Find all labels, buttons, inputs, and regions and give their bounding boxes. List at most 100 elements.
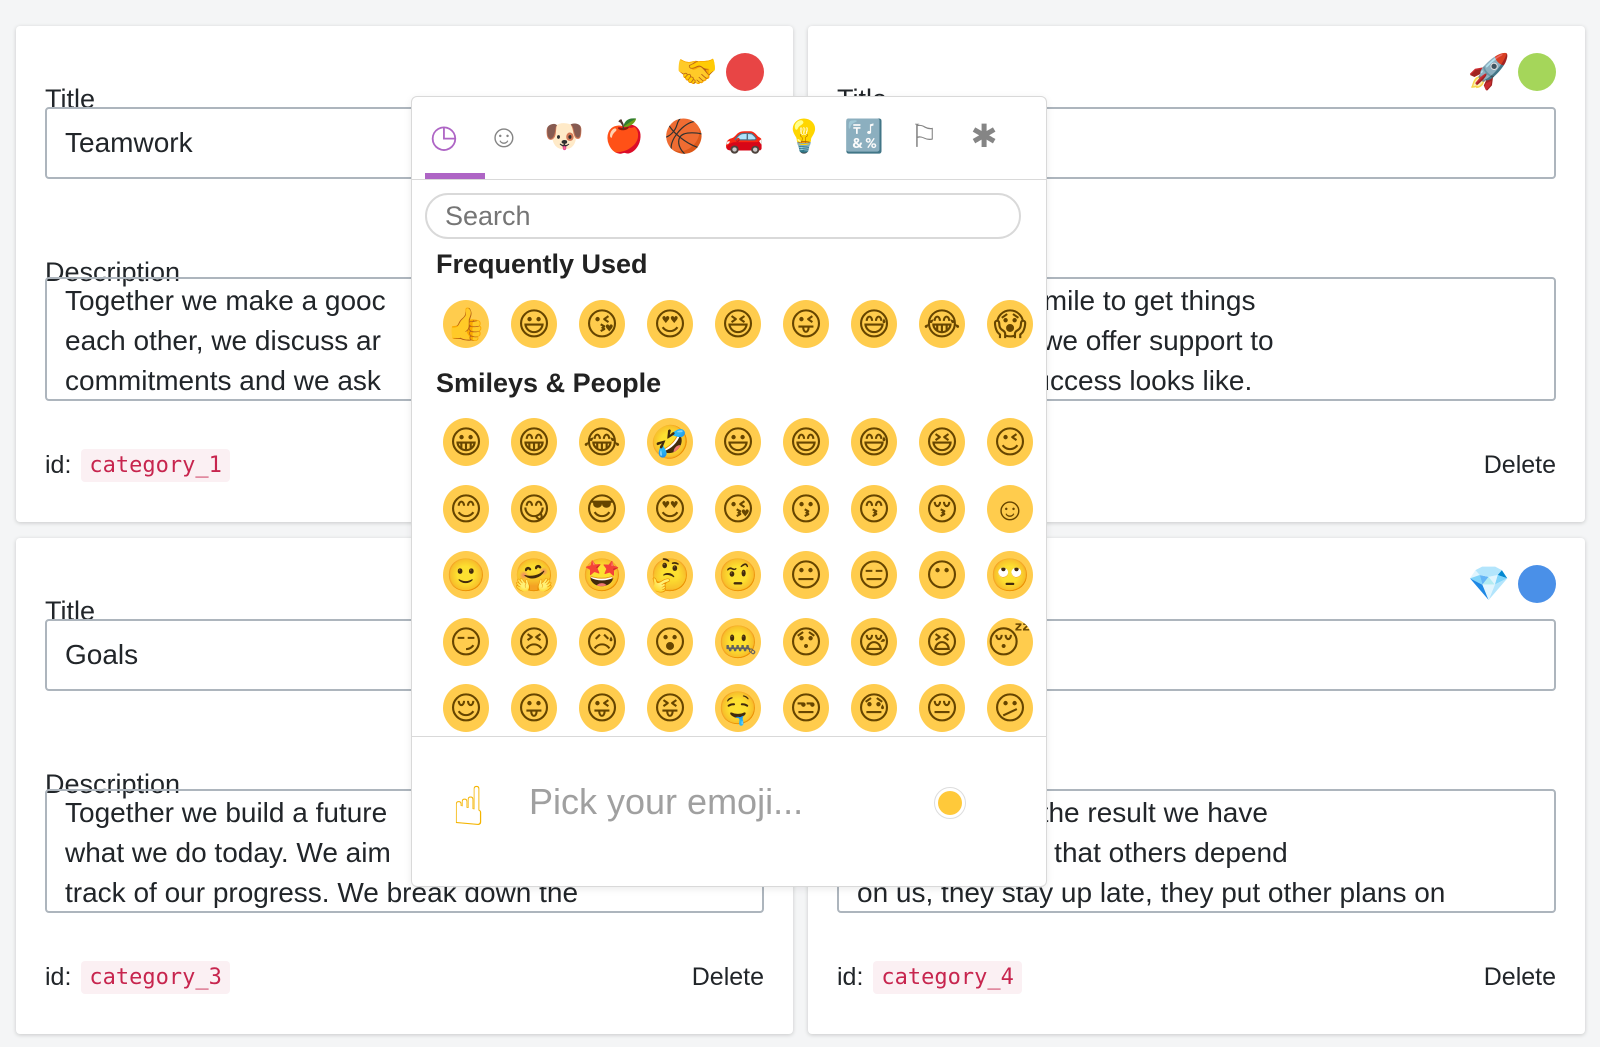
emoji-button[interactable]: 😃 (704, 412, 772, 472)
emoji-glyph: 😅 (851, 300, 897, 348)
emoji-button[interactable]: 😘 (704, 479, 772, 539)
emoji-glyph: 😚 (919, 484, 965, 533)
emoji-button[interactable]: 😘 (568, 294, 636, 354)
tab-food[interactable]: 🍎 (600, 115, 648, 157)
delete-button[interactable]: Delete (692, 963, 764, 992)
emoji-glyph: 🤤 (715, 684, 761, 732)
emoji-button[interactable]: 😜 (568, 678, 636, 736)
emoji-button[interactable]: 😓 (840, 678, 908, 736)
tab-recent[interactable]: ◷ (420, 115, 468, 157)
category-emoji-icon[interactable]: 💎 (1468, 564, 1510, 604)
emoji-button[interactable]: 🤣 (636, 412, 704, 472)
emoji-button[interactable]: 😂 (908, 294, 976, 354)
tab-smileys[interactable]: ☺ (480, 115, 528, 157)
emoji-button[interactable]: 🤔 (636, 545, 704, 605)
emoji-glyph: 😍 (647, 300, 693, 348)
emoji-button[interactable]: 😴 (976, 612, 1044, 672)
tab-travel[interactable]: 🚗 (720, 115, 768, 157)
emoji-button[interactable]: 😙 (840, 479, 908, 539)
emoji-glyph: 😄 (783, 418, 829, 466)
emoji-button[interactable]: 😝 (636, 678, 704, 736)
emoji-button[interactable]: 😶 (908, 545, 976, 605)
emoji-button[interactable]: 😱 (976, 294, 1044, 354)
emoji-glyph: 😑 (851, 551, 897, 599)
emoji-button[interactable]: 🤤 (704, 678, 772, 736)
emoji-glyph: 😋 (511, 484, 557, 533)
emoji-button[interactable]: 😕 (976, 678, 1044, 736)
emoji-button[interactable]: 😃 (500, 294, 568, 354)
emoji-button[interactable]: 🤨 (704, 545, 772, 605)
emoji-button[interactable]: 😍 (636, 294, 704, 354)
emoji-button[interactable]: 😆 (908, 412, 976, 472)
emoji-glyph: 😪 (851, 617, 897, 666)
emoji-button[interactable]: 😊 (432, 479, 500, 539)
delete-button[interactable]: Delete (1484, 451, 1556, 480)
emoji-button[interactable]: 😑 (840, 545, 908, 605)
emoji-button[interactable]: 🙂 (432, 545, 500, 605)
color-swatch[interactable] (726, 53, 764, 91)
color-swatch[interactable] (1518, 53, 1556, 91)
delete-button[interactable]: Delete (1484, 963, 1556, 992)
emoji-button[interactable]: 😆 (704, 294, 772, 354)
emoji-button[interactable]: 😣 (500, 612, 568, 672)
emoji-button[interactable]: 😪 (840, 612, 908, 672)
emoji-glyph: 😜 (783, 300, 829, 348)
emoji-button[interactable]: 😯 (772, 612, 840, 672)
emoji-button[interactable]: 😄 (772, 412, 840, 472)
tab-animals[interactable]: 🐶 (540, 115, 588, 157)
emoji-button[interactable]: 😚 (908, 479, 976, 539)
emoji-button[interactable]: 😅 (840, 412, 908, 472)
emoji-button[interactable]: 😒 (772, 678, 840, 736)
emoji-glyph: 😕 (987, 684, 1033, 732)
id-value: category_3 (81, 961, 230, 994)
emoji-button[interactable]: 😛 (500, 678, 568, 736)
emoji-button[interactable]: 😜 (772, 294, 840, 354)
category-emoji-icon[interactable]: 🚀 (1468, 52, 1510, 92)
emoji-glyph: 😜 (579, 684, 625, 732)
tab-objects[interactable]: 💡 (780, 115, 828, 157)
emoji-button[interactable]: 😉 (976, 412, 1044, 472)
emoji-button[interactable]: 😋 (500, 479, 568, 539)
emoji-button[interactable]: 👍 (432, 294, 500, 354)
emoji-button[interactable]: 😀 (432, 412, 500, 472)
emoji-button[interactable]: 😍 (636, 479, 704, 539)
emoji-button[interactable]: 😔 (908, 678, 976, 736)
skin-tone-button[interactable] (934, 787, 966, 819)
id-value: category_1 (81, 449, 230, 482)
emoji-button[interactable]: 😫 (908, 612, 976, 672)
emoji-button[interactable]: 🤐 (704, 612, 772, 672)
emoji-button[interactable]: 😏 (432, 612, 500, 672)
emoji-button[interactable]: 🙄 (976, 545, 1044, 605)
emoji-glyph: 😴 (987, 617, 1033, 666)
emoji-button[interactable]: 😎 (568, 479, 636, 539)
emoji-button[interactable]: 😅 (840, 294, 908, 354)
emoji-glyph: 😣 (511, 617, 557, 666)
emoji-button[interactable]: 😂 (568, 412, 636, 472)
asterisk-icon: ✱ (970, 118, 998, 154)
emoji-button[interactable]: 😮 (636, 612, 704, 672)
symbols-icon: 🔣 (844, 118, 884, 154)
tab-activity[interactable]: 🏀 (660, 115, 708, 157)
emoji-glyph: 😱 (987, 300, 1033, 348)
tab-flags[interactable]: ⚐ (900, 115, 948, 157)
emoji-button[interactable]: 😥 (568, 612, 636, 672)
emoji-glyph: 😂 (579, 418, 625, 466)
emoji-button[interactable]: 😌 (432, 678, 500, 736)
card-badges: 🚀 (1468, 52, 1556, 92)
emoji-search-input[interactable] (425, 193, 1021, 239)
emoji-button[interactable]: ☺ (976, 479, 1044, 539)
tab-symbols[interactable]: 🔣 (840, 115, 888, 157)
emoji-button[interactable]: 🤗 (500, 545, 568, 605)
category-emoji-icon[interactable]: 🤝 (676, 52, 718, 92)
emoji-grid[interactable]: 😀 😁 😂 🤣 😃 😄 😅 😆 😉 😊 😋 😎 😍 😘 😗 😙 😚 ☺ 🙂 🤗 🤩 🤔 🤨 😐 😑 😶 🙄 😏 😣 😥 😮 🤐 😯 😪 😫 😴 😌 😛 😜 😝… (412, 407, 1046, 736)
emoji-button[interactable]: 😗 (772, 479, 840, 539)
smiley-icon: ☺ (487, 117, 521, 154)
emoji-button[interactable]: 😐 (772, 545, 840, 605)
emoji-glyph: 😫 (919, 617, 965, 666)
frequent-row: 👍 😃 😘 😍 😆 😜 😅 😂 😱 (432, 294, 1044, 354)
color-swatch[interactable] (1518, 565, 1556, 603)
emoji-button[interactable]: 🤩 (568, 545, 636, 605)
tab-custom[interactable]: ✱ (960, 115, 1008, 157)
picker-preview: ☝ Pick your emoji... (412, 736, 1046, 886)
emoji-button[interactable]: 😁 (500, 412, 568, 472)
